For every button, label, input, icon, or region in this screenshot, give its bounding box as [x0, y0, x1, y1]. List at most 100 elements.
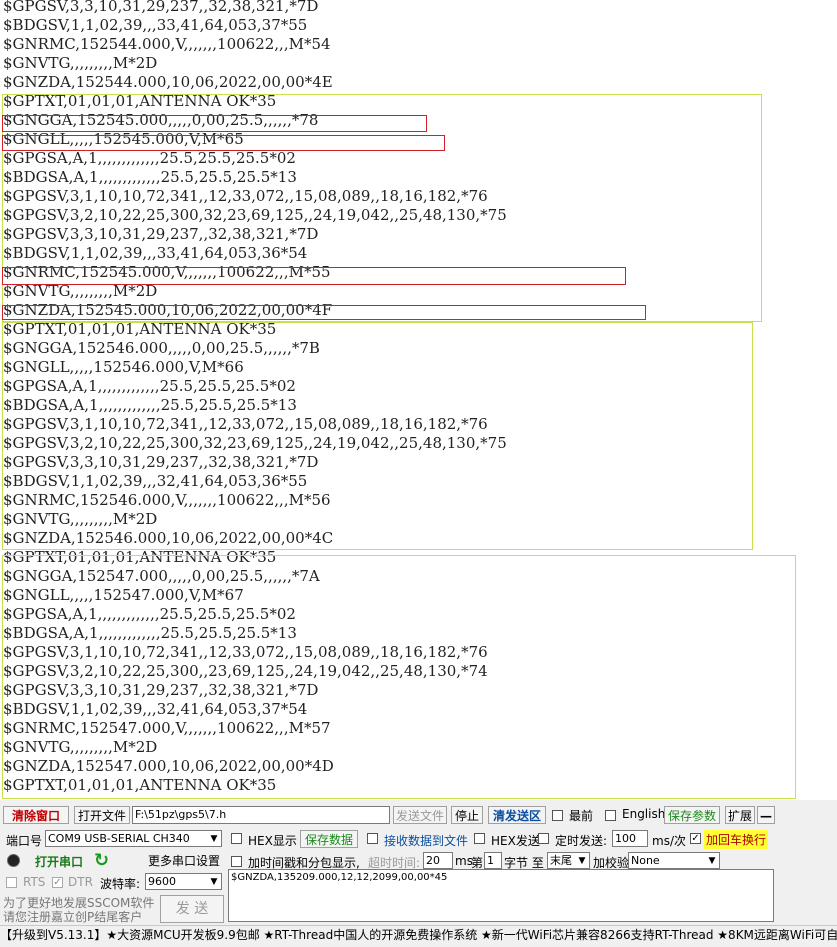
- log-line: $GPGSV,3,3,10,31,29,237,,32,38,321,*7D: [3, 681, 319, 699]
- log-line: $GPTXT,01,01,01,ANTENNA OK*35: [3, 320, 277, 338]
- log-line: $GPTXT,01,01,01,ANTENNA OK*35: [3, 92, 277, 110]
- clear-window-button[interactable]: 清除窗口: [3, 806, 69, 824]
- log-line: $GPGSV,3,2,10,22,25,300,32,23,69,125,,24…: [3, 434, 507, 452]
- receive-area[interactable]: $GPGSV,3,3,10,31,29,237,,32,38,321,*7D $B…: [0, 0, 837, 800]
- recv-to-file-checkbox[interactable]: [367, 833, 378, 844]
- byte-index-input[interactable]: 1: [484, 852, 502, 869]
- english-checkbox[interactable]: [605, 810, 616, 821]
- rts-label: RTS: [23, 875, 46, 889]
- clear-send-button[interactable]: 清发送区: [488, 806, 546, 824]
- port-select[interactable]: COM9 USB-SERIAL CH340 ▼: [45, 830, 222, 847]
- byte-end-select[interactable]: 末尾 ▼: [547, 852, 590, 869]
- topmost-checkbox[interactable]: [552, 810, 563, 821]
- chevron-down-icon: ▼: [210, 834, 218, 844]
- port-label: 端口号: [6, 834, 43, 848]
- log-line: $GNRMC,152544.000,V,,,,,,,100622,,,M*54: [3, 35, 331, 53]
- rts-checkbox[interactable]: [6, 877, 17, 888]
- log-line: $GNVTG,,,,,,,,,M*2D: [3, 738, 158, 756]
- log-line: $GNGLL,,,,,152546.000,V,M*66: [3, 358, 244, 376]
- log-line: $GNZDA,152544.000,10,06,2022,00,00*4E: [3, 73, 333, 91]
- log-line: $GNGGA,152547.000,,,,,0,00,25.5,,,,,,*7A: [3, 567, 320, 585]
- log-line: $GPGSV,3,3,10,31,29,237,,32,38,321,*7D: [3, 225, 319, 243]
- port-value: COM9 USB-SERIAL CH340: [48, 832, 190, 845]
- chevron-down-icon: ▼: [578, 856, 586, 866]
- log-line: $GPGSV,3,1,10,10,72,341,,12,33,072,,15,0…: [3, 187, 488, 205]
- baud-label: 波特率:: [100, 877, 141, 891]
- log-line: $GPGSV,3,2,10,22,25,300,,23,69,125,,24,1…: [3, 662, 488, 680]
- timestamp-checkbox[interactable]: [231, 856, 242, 867]
- log-line: $GPGSA,A,1,,,,,,,,,,,,,25.5,25.5,25.5*02: [3, 605, 296, 623]
- log-line: $BDGSA,A,1,,,,,,,,,,,,,25.5,25.5,25.5*13: [3, 396, 297, 414]
- log-line: $GNGLL,,,,,152547.000,V,M*67: [3, 586, 244, 604]
- stop-button[interactable]: 停止: [451, 806, 483, 824]
- log-line: $GNVTG,,,,,,,,,M*2D: [3, 282, 158, 300]
- refresh-icon[interactable]: ↻: [94, 850, 109, 871]
- log-line: $BDGSV,1,1,02,39,,,33,41,64,053,36*54: [3, 244, 308, 262]
- log-line: $GNZDA,152545.000,10,06,2022,00,00*4F: [3, 301, 333, 319]
- log-line: $GNZDA,152547.000,10,06,2022,00,00*4D: [3, 757, 334, 775]
- interval-input[interactable]: 100: [612, 830, 648, 847]
- log-line: $GNRMC,152545.000,V,,,,,,,100622,,,M*55: [3, 263, 331, 281]
- file-path-input[interactable]: F:\51pz\gps5\7.h: [132, 806, 390, 824]
- timed-send-label: 定时发送:: [555, 834, 608, 848]
- add-crlf-label: 加回车换行: [704, 830, 769, 849]
- log-line: $GNRMC,152547.000,V,,,,,,,100622,,,M*57: [3, 719, 331, 737]
- log-line: $GNGGA,152545.000,,,,,0,00,25.5,,,,,,*78: [3, 111, 319, 129]
- save-data-button[interactable]: 保存数据: [300, 830, 358, 848]
- chevron-down-icon: ▼: [708, 856, 716, 866]
- log-line: $GNRMC,152546.000,V,,,,,,,100622,,,M*56: [3, 491, 331, 509]
- dtr-checkbox[interactable]: ✓: [52, 877, 63, 888]
- checksum-value: None: [631, 854, 660, 867]
- hex-display-checkbox[interactable]: [231, 833, 242, 844]
- dtr-label: DTR: [68, 875, 93, 889]
- timed-send-checkbox[interactable]: [538, 833, 549, 844]
- log-line: $GPGSV,3,2,10,22,25,300,32,23,69,125,,24…: [3, 206, 507, 224]
- log-line: $GPGSV,3,3,10,31,29,237,,32,38,321,*7D: [3, 0, 319, 15]
- interval-unit: ms/次: [652, 834, 686, 848]
- baud-select[interactable]: 9600 ▼: [145, 873, 222, 890]
- log-line: $GNZDA,152546.000,10,06,2022,00,00*4C: [3, 529, 334, 547]
- port-status-indicator: [7, 854, 20, 867]
- log-line: $GNGLL,,,,,152545.000,V,M*65: [3, 130, 244, 148]
- more-port-settings-button[interactable]: 更多串口设置: [145, 852, 223, 870]
- open-port-button[interactable]: 打开串口: [28, 852, 90, 872]
- log-line: $BDGSV,1,1,02,39,,,33,41,64,053,37*55: [3, 16, 308, 34]
- receive-text: $GPGSV,3,3,10,31,29,237,,32,38,321,*7D $B…: [3, 0, 507, 795]
- send-text: $GNZDA,135209.000,12,12,2099,00,00*45: [231, 872, 448, 883]
- english-label: English: [622, 807, 666, 821]
- control-panel: 清除窗口 打开文件 F:\51pz\gps5\7.h 发送文件 停止 清发送区 …: [0, 801, 837, 945]
- log-line: $GNVTG,,,,,,,,,M*2D: [3, 510, 158, 528]
- log-line: $GNGGA,152546.000,,,,,0,00,25.5,,,,,,*7B: [3, 339, 320, 357]
- chevron-down-icon: ▼: [210, 877, 218, 887]
- timeout-input[interactable]: 20: [423, 852, 453, 869]
- hex-display-label: HEX显示: [248, 834, 297, 848]
- status-bar: 【升级到V5.13.1】★大资源MCU开发板9.9包邮 ★RT-Thread中国…: [0, 925, 837, 947]
- hex-send-checkbox[interactable]: [474, 833, 485, 844]
- add-crlf-checkbox[interactable]: ✓: [690, 833, 701, 844]
- topmost-label: 最前: [569, 809, 594, 823]
- log-line: $GPGSV,3,1,10,10,72,341,,12,33,072,,15,0…: [3, 643, 488, 661]
- log-line: $GPGSV,3,3,10,31,29,237,,32,38,321,*7D: [3, 453, 319, 471]
- log-line: $BDGSA,A,1,,,,,,,,,,,,,25.5,25.5,25.5*13: [3, 624, 297, 642]
- log-line: $GPTXT,01,01,01,ANTENNA OK*35: [3, 548, 277, 566]
- collapse-button[interactable]: —: [757, 806, 775, 824]
- log-line: $GNVTG,,,,,,,,,M*2D: [3, 54, 158, 72]
- save-params-button[interactable]: 保存参数: [664, 806, 720, 824]
- log-line: $BDGSA,A,1,,,,,,,,,,,,,25.5,25.5,25.5*13: [3, 168, 297, 186]
- expand-button[interactable]: 扩展: [725, 806, 755, 824]
- send-textarea[interactable]: $GNZDA,135209.000,12,12,2099,00,00*45: [228, 869, 774, 922]
- baud-value: 9600: [148, 875, 176, 888]
- status-marquee: 【升级到V5.13.1】★大资源MCU开发板9.9包邮 ★RT-Thread中国…: [0, 928, 837, 942]
- log-line: $BDGSV,1,1,02,39,,,32,41,64,053,36*55: [3, 472, 308, 490]
- log-line: $GPGSV,3,1,10,10,72,341,,12,33,072,,15,0…: [3, 415, 488, 433]
- send-file-button[interactable]: 发送文件: [393, 806, 447, 824]
- promo-line-2: 请您注册嘉立创P结尾客户: [3, 910, 143, 924]
- open-file-button[interactable]: 打开文件: [74, 806, 130, 824]
- recv-to-file-label: 接收数据到文件: [384, 834, 469, 848]
- checksum-select[interactable]: None ▼: [628, 852, 720, 869]
- log-line: $GPTXT,01,01,01,ANTENNA OK*35: [3, 776, 277, 794]
- log-line: $GPGSA,A,1,,,,,,,,,,,,,25.5,25.5,25.5*02: [3, 377, 296, 395]
- byte-end-value: 末尾: [550, 854, 572, 867]
- log-line: $BDGSV,1,1,02,39,,,32,41,64,053,37*54: [3, 700, 308, 718]
- send-button[interactable]: 发 送: [160, 895, 224, 923]
